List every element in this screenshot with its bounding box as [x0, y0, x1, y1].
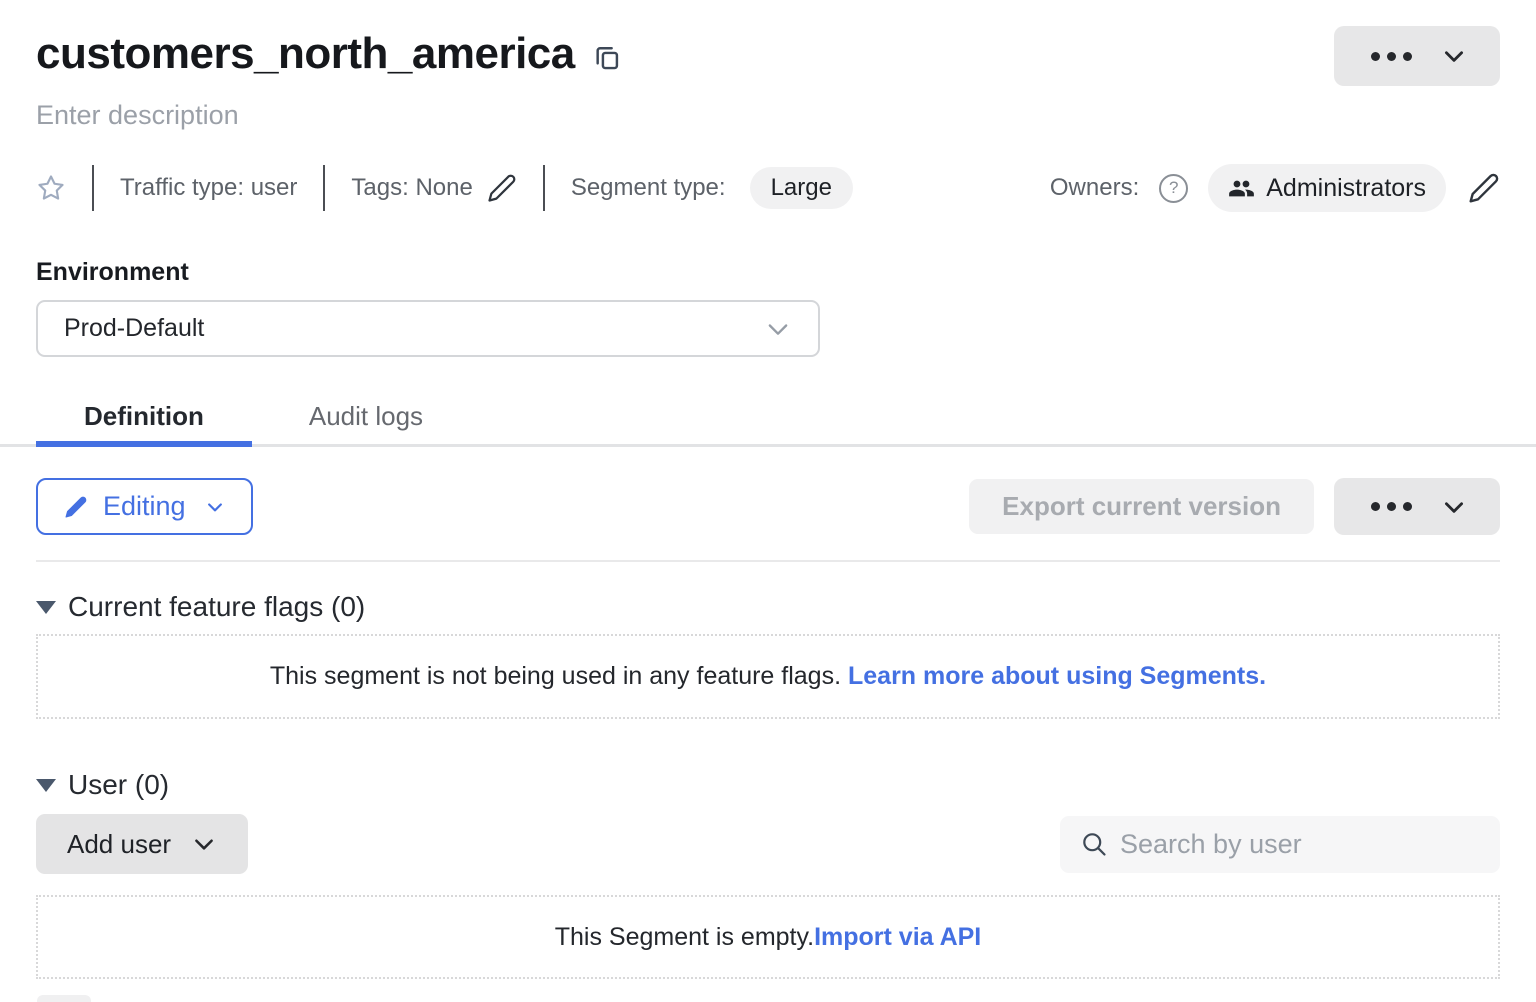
owners-chip[interactable]: Administrators — [1208, 164, 1446, 212]
separator — [543, 165, 545, 211]
title-wrap: customers_north_america — [36, 26, 621, 82]
tab-audit-logs[interactable]: Audit logs — [261, 385, 471, 447]
copy-icon[interactable] — [593, 43, 621, 71]
pencil-icon — [64, 495, 88, 519]
user-empty-message: This Segment is empty. — [555, 923, 814, 951]
toolbar-right: Export current version — [969, 478, 1500, 535]
chevron-down-icon — [205, 497, 225, 517]
partially-visible-element — [37, 995, 91, 1002]
search-by-user-input[interactable] — [1120, 829, 1480, 860]
tags-label: Tags: None — [351, 174, 472, 202]
user-controls-row: Add user — [36, 814, 1500, 874]
edit-owners-pencil-icon[interactable] — [1468, 172, 1500, 204]
add-user-button[interactable]: Add user — [36, 814, 248, 874]
chevron-down-icon — [1441, 43, 1467, 69]
user-empty-text: This Segment is empty.Import via API — [555, 923, 982, 952]
feature-flags-section-title: Current feature flags (0) — [68, 591, 365, 623]
header-more-button[interactable] — [1334, 26, 1500, 86]
chevron-down-icon — [764, 315, 792, 343]
chevron-down-icon — [191, 831, 217, 857]
star-icon[interactable] — [36, 173, 66, 203]
traffic-type: Traffic type: user — [120, 174, 297, 202]
meta-row: Traffic type: user Tags: None Segment ty… — [36, 164, 1500, 212]
divider — [36, 560, 1500, 562]
environment-label: Environment — [36, 258, 1500, 287]
environment-select[interactable]: Prod-Default — [36, 300, 820, 357]
more-options-dots-icon — [1367, 52, 1415, 61]
user-search-box — [1060, 816, 1500, 873]
definition-toolbar: Editing Export current version — [36, 478, 1500, 535]
learn-more-link[interactable]: Learn more about using Segments. — [848, 662, 1266, 690]
user-empty-state: This Segment is empty.Import via API — [36, 895, 1500, 979]
more-options-dots-icon — [1367, 502, 1415, 511]
environment-selected-value: Prod-Default — [64, 314, 204, 343]
tab-definition[interactable]: Definition — [36, 385, 252, 447]
feature-flags-empty-message: This segment is not being used in any fe… — [270, 662, 848, 690]
segment-type-label: Segment type: — [571, 174, 726, 202]
segment-type-badge: Large — [750, 167, 853, 209]
user-section-header: User (0) — [36, 769, 1500, 801]
meta-left: Traffic type: user Tags: None Segment ty… — [36, 165, 853, 211]
toolbar-more-button[interactable] — [1334, 478, 1500, 535]
feature-flags-section-header: Current feature flags (0) — [36, 591, 1500, 623]
page-title: customers_north_america — [36, 26, 575, 82]
separator — [92, 165, 94, 211]
tags: Tags: None — [351, 173, 516, 203]
tab-strip: Definition Audit logs — [36, 385, 1500, 447]
search-icon — [1080, 830, 1108, 858]
export-current-version-button[interactable]: Export current version — [969, 479, 1314, 534]
tab-audit-logs-label: Audit logs — [309, 401, 423, 432]
user-section-title: User (0) — [68, 769, 169, 801]
description-placeholder[interactable]: Enter description — [36, 98, 1500, 132]
collapse-triangle-icon[interactable] — [36, 601, 56, 614]
editing-button[interactable]: Editing — [36, 478, 253, 535]
people-icon — [1228, 175, 1255, 202]
owners-label: Owners: — [1050, 174, 1139, 202]
add-user-label: Add user — [67, 829, 171, 860]
separator — [323, 165, 325, 211]
import-via-api-link[interactable]: Import via API — [814, 923, 981, 951]
feature-flags-empty-state: This segment is not being used in any fe… — [36, 634, 1500, 719]
collapse-triangle-icon[interactable] — [36, 779, 56, 792]
active-tab-underline — [36, 441, 252, 447]
edit-tags-pencil-icon[interactable] — [487, 173, 517, 203]
segment-detail-page: customers_north_america Enter descriptio… — [0, 0, 1536, 1002]
owners-value: Administrators — [1266, 174, 1426, 203]
chevron-down-icon — [1441, 494, 1467, 520]
feature-flags-empty-text: This segment is not being used in any fe… — [270, 662, 1266, 691]
tab-definition-label: Definition — [84, 401, 204, 432]
owners-group: Owners: ? Administrators — [1050, 164, 1500, 212]
editing-label: Editing — [103, 491, 186, 522]
header: customers_north_america — [36, 26, 1500, 86]
segment-type: Segment type: Large — [571, 167, 853, 209]
help-icon[interactable]: ? — [1159, 174, 1188, 203]
